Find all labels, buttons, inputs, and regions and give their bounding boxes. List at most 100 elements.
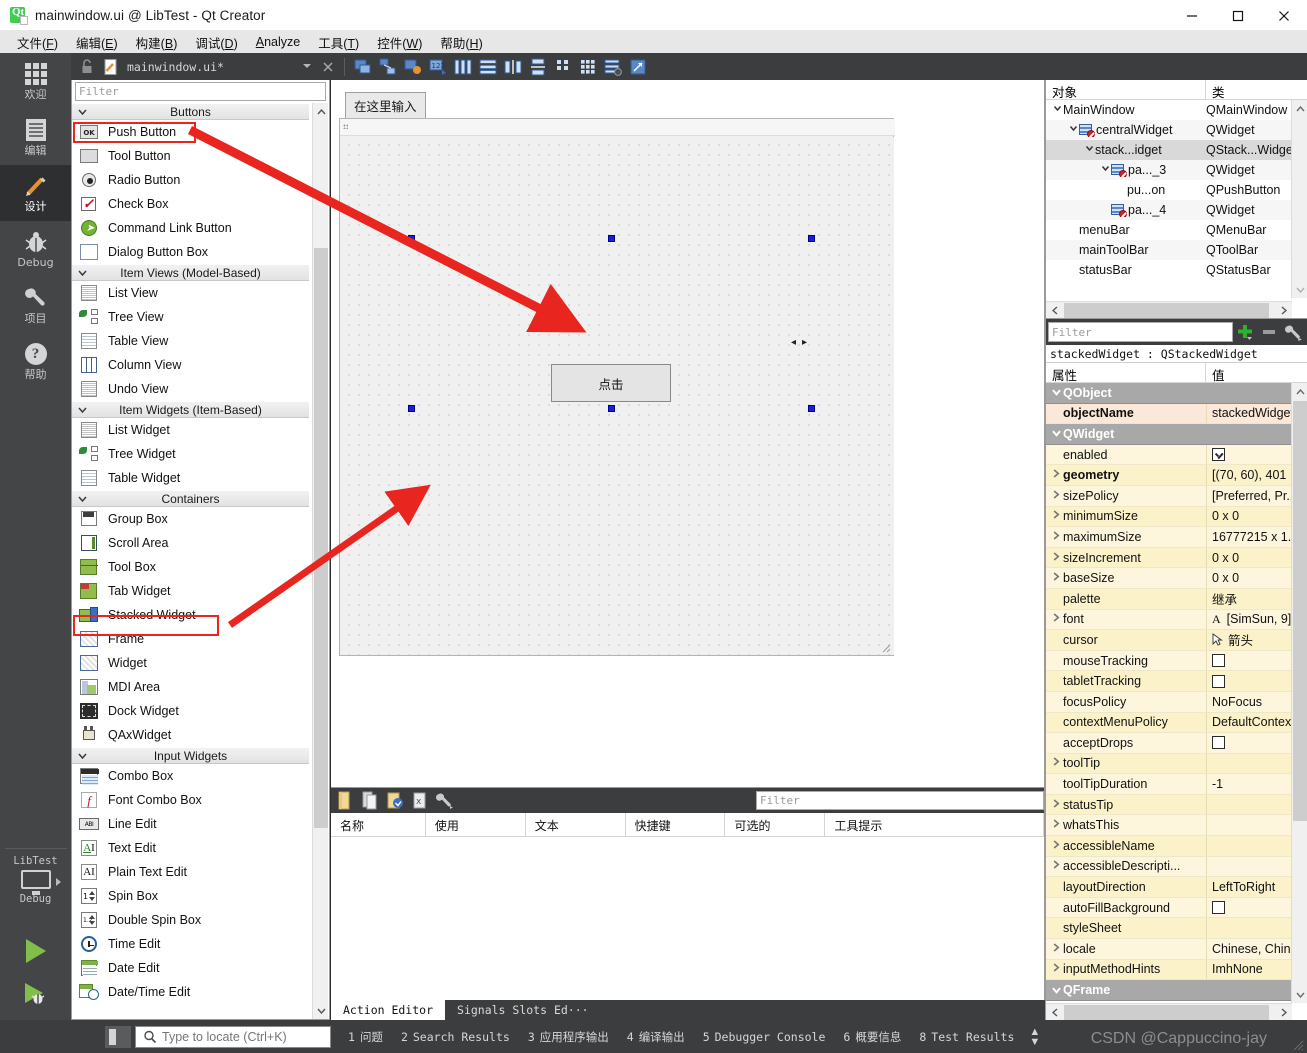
- widget-item-table-widget[interactable]: Table Widget: [72, 466, 309, 490]
- widget-item-tool-box[interactable]: Tool Box: [72, 555, 309, 579]
- selection-handle[interactable]: [408, 235, 415, 242]
- window-resize-grip-icon[interactable]: [1292, 1039, 1304, 1051]
- property-value-cell[interactable]: [1206, 794, 1292, 815]
- scrollbar-thumb[interactable]: [1293, 401, 1307, 821]
- property-value-cell[interactable]: 箭头: [1206, 630, 1292, 650]
- property-row[interactable]: whatsThis: [1046, 815, 1292, 837]
- configure-icon[interactable]: [433, 789, 456, 812]
- layout-splitter-v-icon[interactable]: [526, 55, 549, 78]
- edit-tab-order-icon[interactable]: 123: [426, 55, 449, 78]
- property-value-cell[interactable]: A [SimSun, 9]: [1206, 609, 1292, 630]
- property-row[interactable]: inputMethodHints ImhNone: [1046, 959, 1292, 981]
- property-row[interactable]: accessibleName: [1046, 836, 1292, 857]
- widget-item-double-spin-box[interactable]: 1.2 Double Spin Box: [72, 908, 309, 932]
- widget-group-header[interactable]: Buttons: [72, 103, 309, 120]
- form-editor-canvas[interactable]: 在这里输入 ◂▸ 点击: [331, 80, 1045, 787]
- widget-item-list-widget[interactable]: List Widget: [72, 418, 309, 442]
- scrollbar-thumb[interactable]: [314, 248, 328, 828]
- delete-icon[interactable]: x: [408, 789, 431, 812]
- object-tree-row[interactable]: pu...on QPushButton: [1046, 180, 1292, 200]
- selection-handle[interactable]: [808, 405, 815, 412]
- property-row[interactable]: toolTipDuration -1: [1046, 774, 1292, 795]
- object-tree-row[interactable]: centralWidget QWidget: [1046, 120, 1292, 140]
- property-group-row[interactable]: QFrame: [1046, 980, 1292, 1001]
- property-value-cell[interactable]: 16777215 x 1...: [1206, 527, 1292, 547]
- property-row[interactable]: layoutDirection LeftToRight: [1046, 877, 1292, 898]
- widget-item-table-view[interactable]: Table View: [72, 329, 309, 353]
- property-row[interactable]: sizeIncrement 0 x 0: [1046, 547, 1292, 569]
- scroll-left-icon[interactable]: [1046, 1004, 1063, 1021]
- edit-widgets-icon[interactable]: [351, 55, 374, 78]
- expander-icon[interactable]: [1050, 961, 1063, 977]
- mode-welcome[interactable]: 欢迎: [0, 53, 71, 109]
- expander-icon[interactable]: [1050, 941, 1063, 957]
- property-row[interactable]: tabletTracking: [1046, 671, 1292, 692]
- adjust-size-icon[interactable]: [626, 55, 649, 78]
- property-hscrollbar[interactable]: [1046, 1003, 1292, 1020]
- form-central-widget[interactable]: ◂▸ 点击: [341, 137, 894, 655]
- property-row[interactable]: contextMenuPolicy DefaultContex...: [1046, 712, 1292, 734]
- widget-item-scroll-area[interactable]: Scroll Area: [72, 531, 309, 555]
- menu-1[interactable]: 文件(F): [8, 31, 67, 54]
- property-value-cell[interactable]: [1206, 650, 1292, 671]
- object-tree-row[interactable]: stack...idget QStack...Widge: [1046, 140, 1292, 160]
- output-pane-button-4[interactable]: 4 编译输出: [618, 1029, 694, 1045]
- property-row[interactable]: cursor 箭头: [1046, 630, 1292, 651]
- selection-handle[interactable]: [608, 405, 615, 412]
- expander-icon[interactable]: [1050, 467, 1063, 483]
- resize-grip-icon[interactable]: [882, 644, 891, 653]
- action-column-header[interactable]: 工具提示: [825, 813, 1044, 836]
- output-pane-updown-icon[interactable]: ▲ ▼: [1029, 1026, 1040, 1047]
- object-tree-row[interactable]: pa..._3 QWidget: [1046, 160, 1292, 180]
- output-pane-button-2[interactable]: 2 Search Results: [392, 1030, 519, 1044]
- property-row[interactable]: locale Chinese, China: [1046, 939, 1292, 960]
- expander-icon[interactable]: [1052, 103, 1063, 117]
- expander-icon[interactable]: [1050, 817, 1063, 833]
- property-value-cell[interactable]: NoFocus: [1206, 691, 1292, 712]
- property-value-cell[interactable]: [1206, 444, 1292, 465]
- property-value-cell[interactable]: 0 x 0: [1206, 547, 1292, 568]
- break-layout-icon[interactable]: [601, 55, 624, 78]
- checkbox[interactable]: [1212, 448, 1225, 462]
- maximize-button[interactable]: [1215, 0, 1261, 31]
- expander-icon[interactable]: [1084, 143, 1095, 157]
- widget-item-time-edit[interactable]: Time Edit: [72, 932, 309, 956]
- property-row[interactable]: toolTip: [1046, 753, 1292, 775]
- widget-item-tree-view[interactable]: Tree View: [72, 305, 309, 329]
- widget-item-widget[interactable]: Widget: [72, 651, 309, 675]
- expander-icon[interactable]: [1050, 858, 1063, 874]
- property-group-row[interactable]: QObject: [1046, 383, 1292, 404]
- expander-icon[interactable]: [1050, 797, 1063, 813]
- layout-form-icon[interactable]: [551, 55, 574, 78]
- checkbox[interactable]: [1212, 736, 1225, 750]
- expander-icon[interactable]: [1068, 123, 1079, 137]
- property-row[interactable]: mouseTracking: [1046, 650, 1292, 672]
- widget-item-dock-widget[interactable]: Dock Widget: [72, 699, 309, 723]
- action-editor-filter-input[interactable]: Filter: [756, 791, 1044, 810]
- widget-item-list-view[interactable]: List View: [72, 281, 309, 305]
- property-row[interactable]: acceptDrops: [1046, 733, 1292, 754]
- menu-2[interactable]: 编辑(E): [67, 31, 127, 54]
- layout-vertically-icon[interactable]: [476, 55, 499, 78]
- widget-item-combo-box[interactable]: Combo Box: [72, 764, 309, 788]
- object-tree-row[interactable]: mainToolBar QToolBar: [1046, 240, 1292, 260]
- widget-item-tab-widget[interactable]: Tab Widget: [72, 579, 309, 603]
- remove-icon[interactable]: [1257, 320, 1281, 344]
- property-row[interactable]: styleSheet: [1046, 918, 1292, 940]
- edit-buddies-icon[interactable]: [401, 55, 424, 78]
- scroll-up-icon[interactable]: [313, 103, 329, 120]
- property-row[interactable]: statusTip: [1046, 794, 1292, 816]
- menu-5[interactable]: Analyze: [247, 33, 309, 51]
- open-documents-combo[interactable]: mainwindow.ui*: [125, 56, 315, 77]
- bottom-tab-2[interactable]: Signals Slots Ed···: [445, 1000, 601, 1020]
- property-row[interactable]: focusPolicy NoFocus: [1046, 691, 1292, 713]
- expander-icon[interactable]: [1050, 550, 1063, 566]
- expander-icon[interactable]: [1050, 611, 1063, 627]
- copy-icon[interactable]: [358, 789, 381, 812]
- mode-help[interactable]: ? 帮助: [0, 333, 71, 389]
- action-column-header[interactable]: 文本: [526, 813, 626, 836]
- menu-4[interactable]: 调试(D): [186, 31, 246, 54]
- property-vscrollbar[interactable]: [1291, 383, 1307, 1003]
- scrollbar-thumb[interactable]: [1064, 303, 1269, 318]
- scroll-down-icon[interactable]: [1292, 986, 1307, 1003]
